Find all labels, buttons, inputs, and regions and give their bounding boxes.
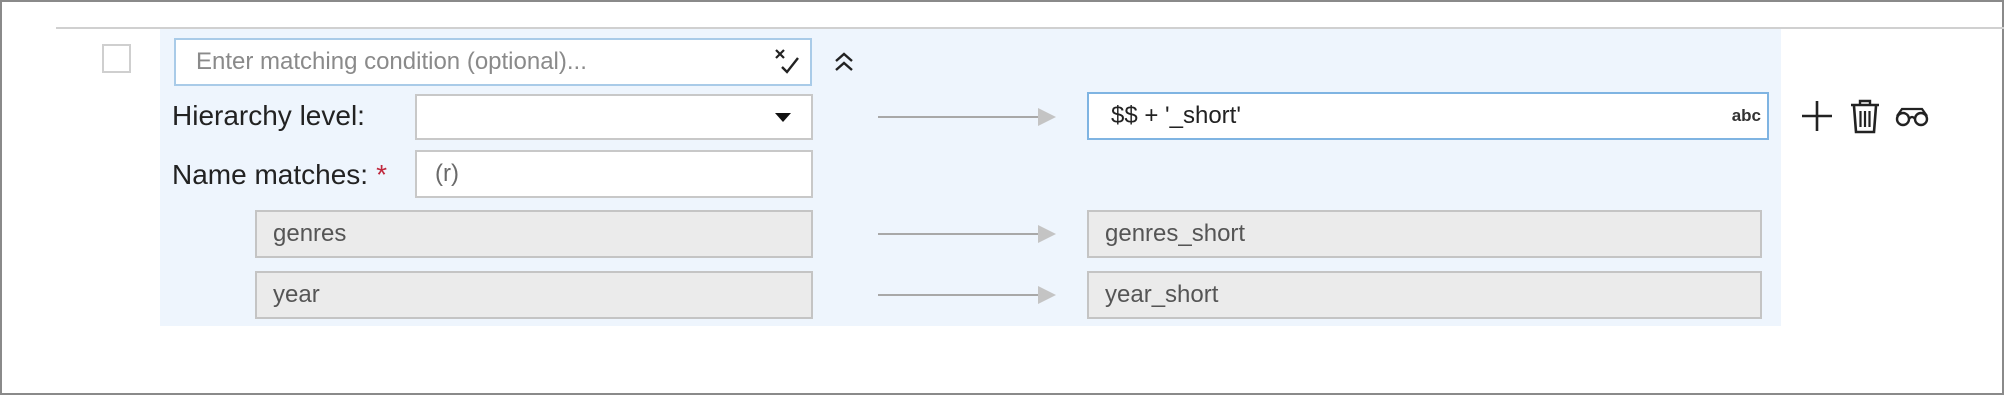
source-column-name: year (273, 281, 320, 308)
name-matches-value: (r) (435, 160, 459, 187)
clear-check-icon[interactable] (772, 47, 802, 77)
name-matches-label-text: Name matches: (172, 159, 369, 190)
mapping-arrow-icon (878, 225, 1056, 243)
chevron-double-up-icon[interactable] (831, 49, 857, 75)
hierarchy-level-select[interactable] (415, 94, 813, 140)
dropdown-arrow-icon (775, 113, 791, 122)
hierarchy-level-label: Hierarchy level: (172, 100, 365, 131)
source-column-name: genres (273, 220, 347, 247)
required-marker: * (376, 159, 387, 190)
row-select-checkbox[interactable] (102, 44, 131, 73)
source-column-field: genres (255, 210, 813, 258)
preview-glasses-icon[interactable] (1894, 98, 1930, 134)
matching-condition-input[interactable]: Enter matching condition (optional)... (174, 38, 812, 86)
target-column-field: genres_short (1087, 210, 1762, 258)
delete-icon[interactable] (1847, 98, 1883, 134)
matching-condition-placeholder: Enter matching condition (optional)... (196, 48, 587, 75)
source-column-field: year (255, 271, 813, 319)
column-expression-value: $$ + '_short' (1111, 102, 1241, 129)
name-matches-input[interactable]: (r) (415, 150, 813, 198)
name-matches-label: Name matches: * (172, 159, 387, 191)
target-column-name: year_short (1105, 281, 1219, 308)
target-column-field: year_short (1087, 271, 1762, 319)
add-icon[interactable] (1799, 98, 1835, 134)
target-column-name: genres_short (1105, 220, 1246, 247)
mapping-arrow-icon (878, 286, 1056, 304)
mapping-arrow-icon (878, 108, 1056, 126)
string-type-badge: abc (1731, 106, 1761, 125)
column-expression-input[interactable]: $$ + '_short' abc (1087, 92, 1769, 140)
